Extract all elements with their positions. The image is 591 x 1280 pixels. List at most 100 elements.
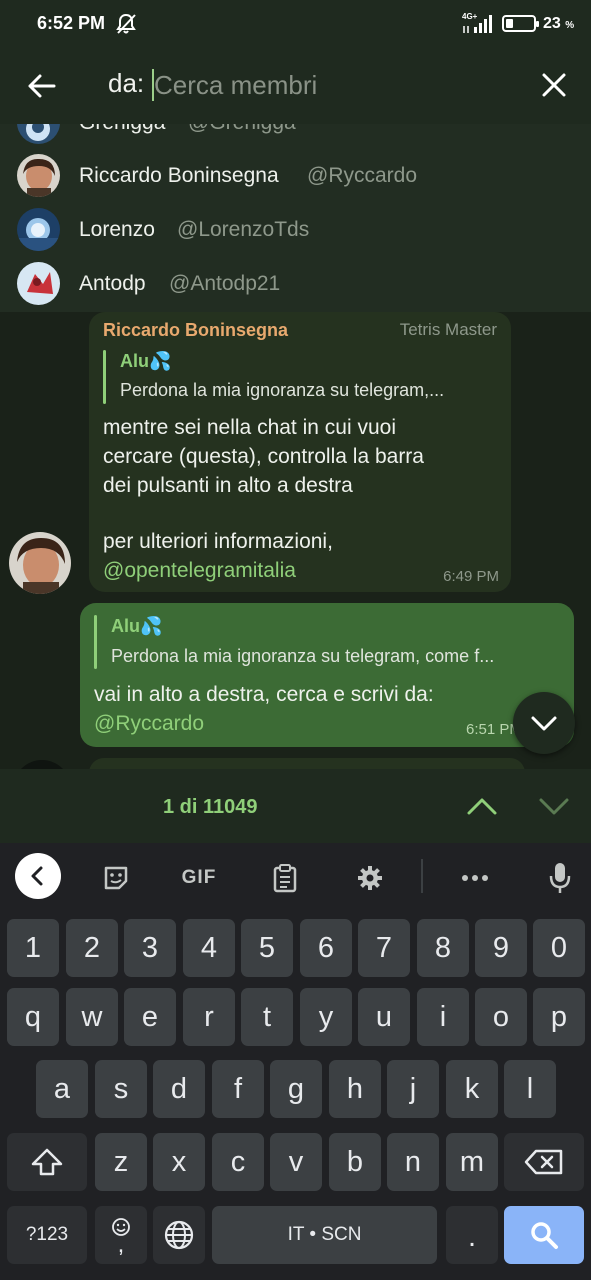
key-r[interactable]: r <box>183 988 235 1046</box>
symbols-key[interactable]: ?123 <box>7 1206 87 1264</box>
back-arrow-icon[interactable] <box>24 68 60 104</box>
key-s[interactable]: s <box>95 1060 147 1118</box>
search-input[interactable] <box>154 66 454 104</box>
result-counter: 1 di 11049 <box>163 796 258 818</box>
key-5[interactable]: 5 <box>241 919 293 977</box>
avatar <box>17 208 60 251</box>
key-u[interactable]: u <box>358 988 410 1046</box>
key-0[interactable]: 0 <box>533 919 585 977</box>
key-l[interactable]: l <box>504 1060 556 1118</box>
status-time: 6:52 PM <box>37 13 106 33</box>
scroll-to-bottom-button[interactable] <box>513 692 575 754</box>
mention-link[interactable]: @opentelegramitalia <box>103 556 333 585</box>
key-w[interactable]: w <box>66 988 118 1046</box>
key-a[interactable]: a <box>36 1060 88 1118</box>
key-8[interactable]: 8 <box>417 919 469 977</box>
comma-label: , <box>117 1231 125 1258</box>
key-p[interactable]: p <box>533 988 585 1046</box>
avatar <box>13 760 71 769</box>
reply-preview[interactable]: Perdona la mia ignoranza su telegram,... <box>120 380 500 401</box>
language-key[interactable] <box>153 1206 205 1264</box>
key-i[interactable]: i <box>417 988 469 1046</box>
key-g[interactable]: g <box>270 1060 322 1118</box>
key-h[interactable]: h <box>329 1060 381 1118</box>
key-1[interactable]: 1 <box>7 919 59 977</box>
key-9[interactable]: 9 <box>475 919 527 977</box>
key-q[interactable]: q <box>7 988 59 1046</box>
search-prefix: da: <box>108 68 145 98</box>
member-item[interactable]: Riccardo Boninsegna @Ryccardo <box>0 148 591 202</box>
member-item[interactable]: Antodp @Antodp21 <box>0 256 591 310</box>
key-k[interactable]: k <box>446 1060 498 1118</box>
settings-button[interactable] <box>347 855 393 901</box>
key-t[interactable]: t <box>241 988 293 1046</box>
key-m[interactable]: m <box>446 1133 498 1191</box>
keyboard-back-button[interactable] <box>15 853 61 899</box>
search-header: da: <box>0 48 591 124</box>
globe-icon <box>164 1220 194 1250</box>
mention-link[interactable]: @Ryccardo <box>94 709 434 738</box>
key-z[interactable]: z <box>95 1133 147 1191</box>
space-key[interactable]: IT • SCN <box>212 1206 437 1264</box>
battery-icon <box>502 15 539 32</box>
clipboard-button[interactable] <box>262 855 308 901</box>
key-b[interactable]: b <box>329 1133 381 1191</box>
key-2[interactable]: 2 <box>66 919 118 977</box>
avatar <box>17 262 60 305</box>
shift-icon <box>31 1148 63 1176</box>
sender-avatar[interactable] <box>9 532 71 594</box>
toolbar-divider <box>421 859 423 893</box>
bell-off-icon <box>116 13 136 34</box>
member-item[interactable]: Grenigga @Grenigga <box>0 124 591 149</box>
key-x[interactable]: x <box>153 1133 205 1191</box>
key-n[interactable]: n <box>387 1133 439 1191</box>
gif-button[interactable]: GIF <box>176 855 222 901</box>
reply-quote-bar <box>103 350 106 404</box>
incoming-message-bubble[interactable]: Riccardo Boninsegna Tetris Master Alu💦 P… <box>89 312 511 592</box>
key-f[interactable]: f <box>212 1060 264 1118</box>
key-3[interactable]: 3 <box>124 919 176 977</box>
key-d[interactable]: d <box>153 1060 205 1118</box>
key-o[interactable]: o <box>475 988 527 1046</box>
reply-author[interactable]: Alu💦 <box>120 351 171 372</box>
member-name: Antodp <box>79 272 146 295</box>
member-handle: @Ryccardo <box>307 164 418 187</box>
clipboard-icon <box>273 864 297 893</box>
signal-icon <box>463 15 492 33</box>
reply-preview[interactable]: Perdona la mia ignoranza su telegram, co… <box>111 646 561 667</box>
battery-percent: 23 % <box>543 15 575 32</box>
message-time: 6:49 PM <box>443 568 499 585</box>
backspace-key[interactable] <box>504 1133 584 1191</box>
close-icon[interactable] <box>537 68 571 102</box>
reply-quote-bar <box>94 615 97 669</box>
key-e[interactable]: e <box>124 988 176 1046</box>
search-action-key[interactable] <box>504 1206 584 1264</box>
chevron-up-icon[interactable] <box>465 793 499 819</box>
key-7[interactable]: 7 <box>358 919 410 977</box>
avatar <box>17 124 60 144</box>
key-4[interactable]: 4 <box>183 919 235 977</box>
key-c[interactable]: c <box>212 1133 264 1191</box>
member-item[interactable]: Lorenzo @LorenzoTds <box>0 202 591 256</box>
chevron-left-icon <box>31 866 43 886</box>
gear-icon <box>358 866 382 890</box>
more-button[interactable] <box>452 855 498 901</box>
emoji-comma-key[interactable]: , <box>95 1206 147 1264</box>
shift-key[interactable] <box>7 1133 87 1191</box>
period-key[interactable]: . <box>446 1206 498 1264</box>
member-name: Lorenzo <box>79 218 155 241</box>
sticker-icon <box>104 866 128 890</box>
key-j[interactable]: j <box>387 1060 439 1118</box>
voice-input-button[interactable] <box>537 855 583 901</box>
reply-author[interactable]: Alu💦 <box>111 616 162 637</box>
outgoing-message-bubble[interactable]: Alu💦 Perdona la mia ignoranza su telegra… <box>80 603 574 747</box>
key-y[interactable]: y <box>300 988 352 1046</box>
sticker-button[interactable] <box>93 855 139 901</box>
chevron-down-icon[interactable] <box>537 793 571 819</box>
incoming-message-bubble <box>89 758 525 769</box>
message-sender[interactable]: Riccardo Boninsegna <box>103 320 288 341</box>
key-v[interactable]: v <box>270 1133 322 1191</box>
message-text: per ulteriori informazioni, @opentelegra… <box>103 527 333 585</box>
key-6[interactable]: 6 <box>300 919 352 977</box>
backspace-icon <box>524 1149 563 1175</box>
